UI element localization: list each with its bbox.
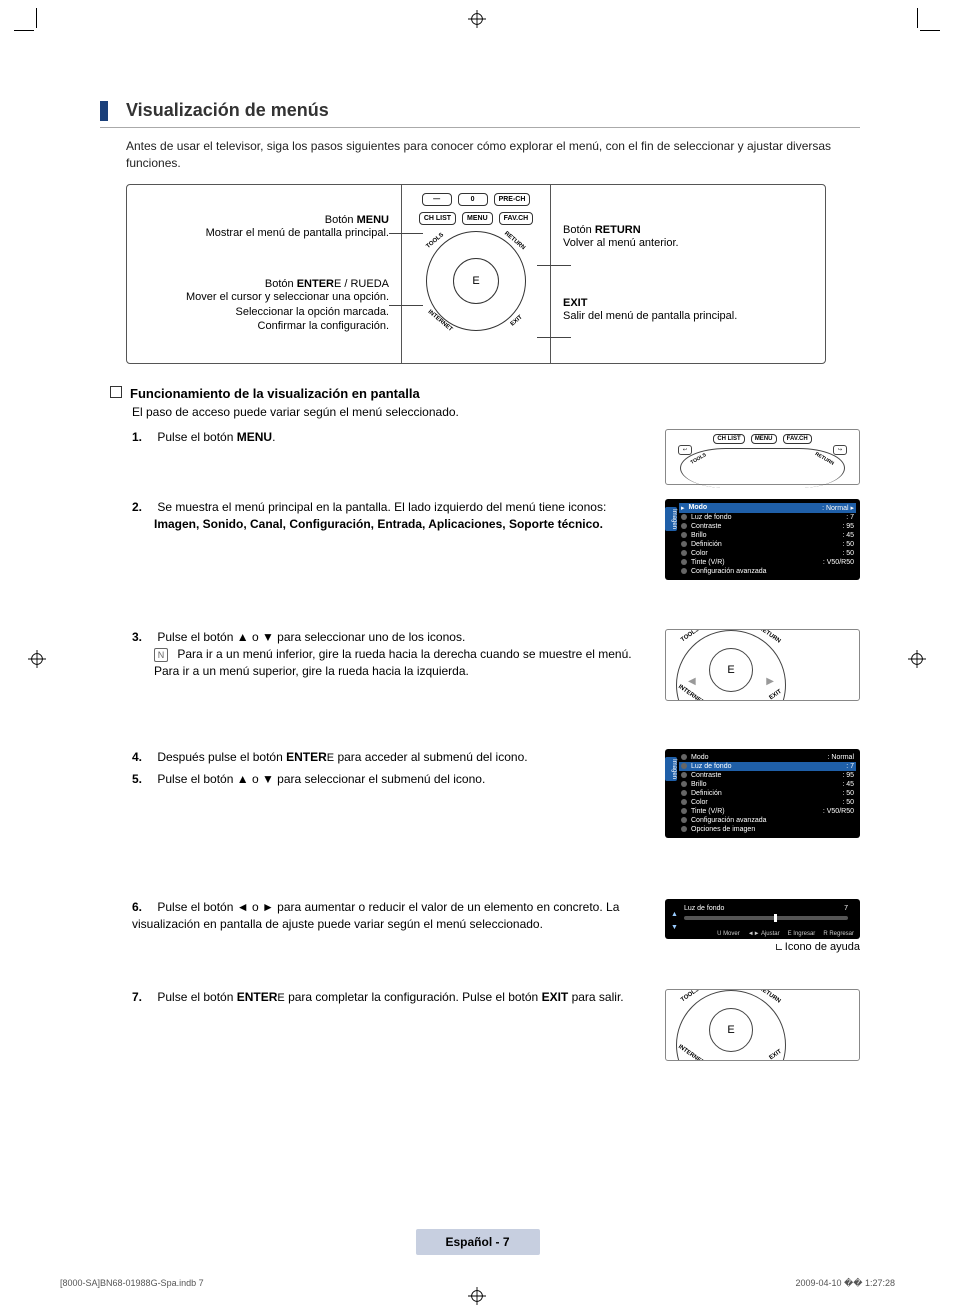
print-footer-left: [8000-SA]BN68-01988G-Spa.indb 7: [60, 1278, 204, 1289]
wheel-label-exit: EXIT: [509, 314, 523, 327]
wheel-label-tools: TOOLS: [425, 232, 445, 250]
register-mark-icon: [28, 650, 46, 668]
step-4-5: 4. Después pulse el botón ENTERE para ac…: [132, 749, 632, 788]
arrow-left-icon: ◀: [688, 676, 696, 687]
heading-underline: [100, 127, 860, 128]
osd-row: Color: 50: [679, 549, 856, 558]
callout-exit-label: EXIT: [563, 297, 587, 309]
osd-row: Color: 50: [679, 798, 856, 807]
callout-exit-desc: Salir del menú de pantalla principal.: [563, 309, 813, 323]
print-footer-right: 2009-04-10 �� 1:27:28: [795, 1278, 895, 1289]
register-mark-icon: [908, 650, 926, 668]
step-4-osd: Imagen Modo: NormalLuz de fondo: 7Contra…: [665, 749, 860, 838]
osd-row: Definición: 50: [679, 540, 856, 549]
callout-menu-label: Botón MENU: [325, 214, 389, 226]
osd-row: Tinte (V/R): V50/R50: [679, 558, 856, 567]
step-7-illustration: E TOOLS RETURN INTERNET EXIT: [665, 989, 860, 1061]
help-item: R Regresar: [823, 931, 854, 937]
step-6-adjust-osd: ▲ Luz de fondo 7 ▼ U Mover ◄► Ajustar E In…: [665, 899, 860, 939]
osd-row: Contraste: 95: [679, 771, 856, 780]
mini-chlist-button: CH LIST: [713, 434, 744, 444]
remote-favch-button: FAV.CH: [499, 212, 534, 225]
adjust-value: 7: [844, 905, 848, 912]
osd-row: Tinte (V/R): V50/R50: [679, 807, 856, 816]
callout-return-desc: Volver al menú anterior.: [563, 236, 813, 250]
osd-row: Brillo: 45: [679, 780, 856, 789]
help-item: ◄► Ajustar: [748, 931, 780, 937]
callout-enter-desc: Mover el cursor y seleccionar una opción…: [139, 290, 389, 333]
help-item: U Mover: [717, 931, 740, 937]
step-2: 2. Se muestra el menú principal en la pa…: [132, 499, 632, 534]
remote-chlist-button: CH LIST: [419, 212, 456, 225]
osd-row: Configuración avanzada: [679, 567, 856, 576]
mini-return-button: ↪: [833, 445, 847, 455]
remote-wheel: E TOOLS RETURN INTERNET EXIT: [426, 231, 526, 331]
callout-menu-desc: Mostrar el menú de pantalla principal.: [139, 226, 389, 240]
section-heading: Visualización de menús: [100, 100, 860, 121]
arrow-up-icon: ▲: [671, 911, 678, 918]
callout-return: Botón RETURN Volver al menú anterior.: [563, 224, 813, 250]
note-icon: N: [154, 648, 168, 662]
osd-row: Modo: Normal: [679, 753, 856, 762]
step-2-osd: Imagen ▸ Modo: Normal ▸Luz de fondo: 7Co…: [665, 499, 860, 580]
step-7: 7. Pulse el botón ENTERE para completar …: [132, 989, 652, 1007]
arrow-right-icon: ▶: [766, 676, 774, 687]
subheading: Funcionamiento de la visualización en pa…: [110, 386, 860, 401]
callout-exit: EXIT Salir del menú de pantalla principa…: [563, 297, 813, 323]
mini-tools-button: ↩: [678, 445, 692, 455]
heading-marker-icon: [100, 101, 108, 121]
mini-menu-button: MENU: [751, 434, 777, 444]
wheel-label-return: RETURN: [503, 230, 526, 251]
osd-row: Luz de fondo: 7: [679, 513, 856, 522]
step-3-illustration: E TOOLS RETURN INTERNET EXIT ◀ ▶: [665, 629, 860, 701]
step-1: 1. Pulse el botón MENU.: [132, 429, 632, 446]
heading-text: Visualización de menús: [126, 100, 329, 121]
osd-row: ▸ Modo: Normal ▸: [679, 503, 856, 513]
osd-row: Contraste: 95: [679, 522, 856, 531]
intro-text: Antes de usar el televisor, siga los pas…: [126, 138, 860, 172]
osd-row: Configuración avanzada: [679, 816, 856, 825]
wheel-label-internet: INTERNET: [427, 309, 454, 333]
osd-row: Opciones de imagen: [679, 825, 856, 834]
osd-side-tab: Imagen: [665, 757, 677, 781]
remote-zero-button: 0: [458, 193, 488, 206]
osd-row: Luz de fondo: 7: [679, 762, 856, 771]
remote-enter-button: E: [453, 258, 499, 304]
arrow-down-icon: ▼: [671, 924, 678, 931]
print-footer: [8000-SA]BN68-01988G-Spa.indb 7 2009-04-…: [60, 1278, 895, 1289]
remote-illustration: — 0 PRE-CH CH LIST MENU FAV.CH E TOOLS R…: [401, 185, 551, 363]
step-6: 6. Pulse el botón ◄ o ► para aumentar o …: [132, 899, 632, 934]
page-footer: Español - 7: [415, 1229, 539, 1255]
remote-diagram: Botón MENU Mostrar el menú de pantalla p…: [126, 184, 826, 364]
osd-row: Brillo: 45: [679, 531, 856, 540]
step-1-illustration: CH LIST MENU FAV.CH ↩ ↪ TOOLS RETURN: [665, 429, 860, 485]
osd-side-tab: Imagen: [665, 507, 677, 531]
remote-menu-button: MENU: [462, 212, 493, 225]
callout-enter-label: Botón ENTERE / RUEDA: [139, 278, 389, 290]
callout-enter: Botón ENTERE / RUEDA Mover el cursor y s…: [139, 278, 389, 333]
callout-return-label: Botón RETURN: [563, 224, 813, 236]
subheading-desc: El paso de acceso puede variar según el …: [132, 405, 860, 419]
callout-menu: Botón MENU Mostrar el menú de pantalla p…: [139, 214, 389, 240]
adjust-label: Luz de fondo: [684, 905, 724, 912]
mini-favch-button: FAV.CH: [783, 434, 812, 444]
osd-row: Definición: 50: [679, 789, 856, 798]
remote-minus-button: —: [422, 193, 452, 206]
help-caption: Icono de ayuda: [665, 941, 860, 953]
remote-prech-button: PRE-CH: [494, 193, 531, 206]
help-item: E Ingresar: [788, 931, 816, 937]
subheading-text: Funcionamiento de la visualización en pa…: [130, 386, 420, 401]
square-bullet-icon: [110, 386, 122, 398]
step-3: 3. Pulse el botón ▲ o ▼ para seleccionar…: [132, 629, 632, 681]
